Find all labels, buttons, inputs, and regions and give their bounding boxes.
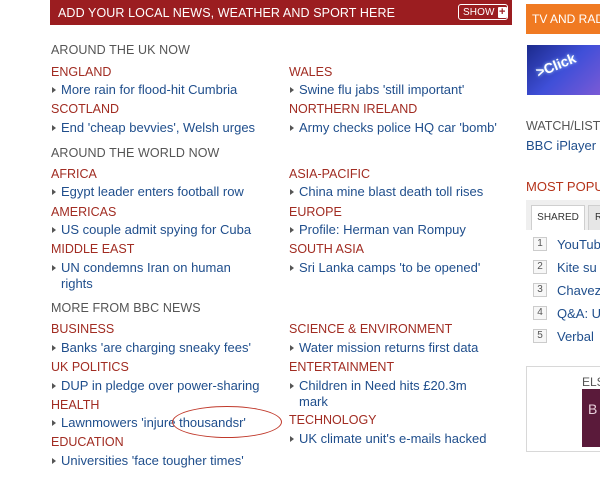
rank-number: 5 — [533, 329, 547, 343]
story-link[interactable]: Sri Lanka camps 'to be opened' — [289, 260, 514, 276]
category-technology[interactable]: TECHNOLOGY — [289, 413, 377, 427]
popular-item[interactable]: 3 Chavez — [533, 280, 600, 300]
story-link[interactable]: China mine blast death toll rises — [289, 184, 514, 200]
world-section-heading: AROUND THE WORLD NOW — [51, 146, 220, 160]
story-link[interactable]: Egypt leader enters football row — [51, 184, 281, 200]
story-link[interactable]: More rain for flood-hit Cumbria — [51, 82, 281, 98]
category-asia-pacific[interactable]: ASIA-PACIFIC — [289, 167, 370, 181]
story-link[interactable]: Army checks police HQ car 'bomb' — [289, 120, 514, 136]
category-entertainment[interactable]: ENTERTAINMENT — [289, 360, 394, 374]
category-uk-politics[interactable]: UK POLITICS — [51, 360, 129, 374]
most-popular-heading: MOST POPU — [526, 179, 600, 194]
promo-label: ELS — [582, 375, 600, 389]
popular-item-link[interactable]: YouTub — [557, 237, 600, 252]
iplayer-link[interactable]: BBC iPlayer — [526, 138, 596, 153]
popular-item[interactable]: 1 YouTub — [533, 234, 600, 254]
story-link[interactable]: UN condemns Iran on human rights — [51, 260, 261, 292]
category-northern-ireland[interactable]: NORTHERN IRELAND — [289, 102, 417, 116]
popular-item-link[interactable]: Q&A: U — [557, 306, 600, 321]
popular-item-link[interactable]: Kite su — [557, 260, 597, 275]
popular-item[interactable]: 5 Verbal — [533, 326, 594, 346]
click-promo-image[interactable]: >Click — [527, 45, 600, 95]
watch-listen-heading: WATCH/LIST — [526, 119, 600, 133]
category-europe[interactable]: EUROPE — [289, 205, 342, 219]
category-health[interactable]: HEALTH — [51, 398, 99, 412]
popular-item[interactable]: 4 Q&A: U — [533, 303, 600, 323]
banner-text: ADD YOUR LOCAL NEWS, WEATHER AND SPORT H… — [58, 5, 396, 20]
category-wales[interactable]: WALES — [289, 65, 332, 79]
category-middle-east[interactable]: MIDDLE EAST — [51, 242, 134, 256]
plus-icon: + — [497, 5, 507, 18]
show-button[interactable]: SHOW + — [458, 4, 508, 20]
annotation-circle — [172, 406, 282, 438]
promo-image[interactable]: B — [582, 389, 600, 447]
click-promo-text: >Click — [533, 49, 579, 81]
category-south-asia[interactable]: SOUTH ASIA — [289, 242, 364, 256]
story-link[interactable]: End 'cheap bevvies', Welsh urges — [51, 120, 281, 136]
rank-number: 3 — [533, 283, 547, 297]
rank-number: 4 — [533, 306, 547, 320]
category-americas[interactable]: AMERICAS — [51, 205, 116, 219]
local-news-banner[interactable]: ADD YOUR LOCAL NEWS, WEATHER AND SPORT H… — [50, 0, 512, 25]
category-africa[interactable]: AFRICA — [51, 167, 97, 181]
story-link[interactable]: Water mission returns first data — [289, 340, 514, 356]
story-link[interactable]: Banks 'are charging sneaky fees' — [51, 340, 286, 356]
category-science-environment[interactable]: SCIENCE & ENVIRONMENT — [289, 322, 452, 336]
category-scotland[interactable]: SCOTLAND — [51, 102, 119, 116]
story-link[interactable]: Swine flu jabs 'still important' — [289, 82, 514, 98]
rank-number: 2 — [533, 260, 547, 274]
story-link[interactable]: DUP in pledge over power-sharing — [51, 378, 286, 394]
promo-box: ELS B — [526, 366, 600, 452]
story-link[interactable]: Universities 'face tougher times' — [51, 453, 286, 469]
rank-number: 1 — [533, 237, 547, 251]
popular-item[interactable]: 2 Kite su — [533, 257, 597, 277]
story-link[interactable]: Children in Need hits £20.3m mark — [289, 378, 499, 410]
category-england[interactable]: ENGLAND — [51, 65, 111, 79]
category-education[interactable]: EDUCATION — [51, 435, 124, 449]
popular-item-link[interactable]: Verbal — [557, 329, 594, 344]
uk-section-heading: AROUND THE UK NOW — [51, 43, 190, 57]
show-label: SHOW — [463, 6, 495, 18]
more-section-heading: MORE FROM BBC NEWS — [51, 301, 201, 315]
category-business[interactable]: BUSINESS — [51, 322, 114, 336]
tv-radio-header[interactable]: TV AND RAD — [526, 4, 600, 34]
story-link[interactable]: Profile: Herman van Rompuy — [289, 222, 514, 238]
story-link[interactable]: US couple admit spying for Cuba — [51, 222, 281, 238]
popular-item-link[interactable]: Chavez — [557, 283, 600, 298]
tab-read[interactable]: R — [588, 205, 600, 230]
story-link[interactable]: UK climate unit's e-mails hacked — [289, 431, 514, 447]
tab-shared[interactable]: SHARED — [531, 205, 585, 230]
